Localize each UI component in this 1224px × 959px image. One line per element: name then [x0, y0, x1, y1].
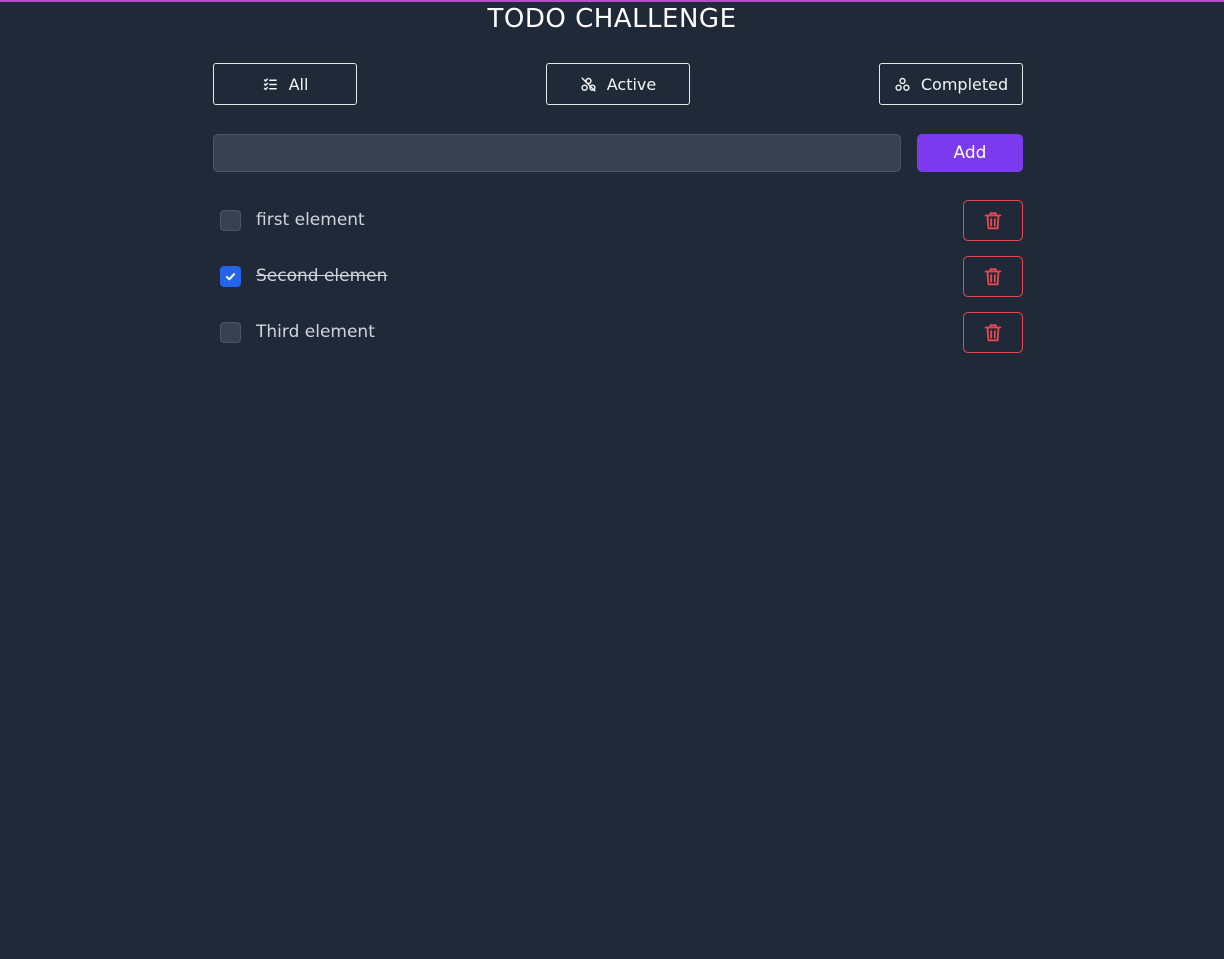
active-filter-icon	[581, 76, 596, 92]
todo-checkbox[interactable]	[220, 266, 241, 287]
todo-text: first element	[256, 210, 365, 230]
delete-todo-button[interactable]	[963, 312, 1023, 353]
todo-text: Second elemen	[256, 266, 388, 286]
todo-checkbox[interactable]	[220, 210, 241, 231]
todo-checkbox[interactable]	[220, 322, 241, 343]
checkmark-icon	[225, 273, 236, 281]
trash-icon	[984, 323, 1002, 341]
todo-item: Second elemen	[213, 256, 1023, 297]
filter-active-button[interactable]: Active	[546, 63, 690, 105]
delete-todo-button[interactable]	[963, 256, 1023, 297]
delete-todo-button[interactable]	[963, 200, 1023, 241]
list-check-icon	[263, 77, 277, 90]
trash-icon	[984, 211, 1002, 229]
add-button[interactable]: Add	[917, 134, 1023, 172]
top-accent-line	[0, 0, 1224, 2]
trash-icon	[984, 267, 1002, 285]
todo-item: Third element	[213, 312, 1023, 353]
todo-text: Third element	[256, 322, 375, 342]
completed-filter-icon	[895, 77, 910, 91]
page-title: TODO CHALLENGE	[487, 4, 737, 34]
new-todo-input[interactable]	[213, 134, 901, 172]
filter-all-label: All	[288, 74, 309, 94]
filter-active-label: Active	[606, 74, 657, 94]
filter-completed-button[interactable]: Completed	[879, 63, 1023, 105]
filter-all-button[interactable]: All	[213, 63, 357, 105]
todo-item: first element	[213, 200, 1023, 241]
filter-completed-label: Completed	[920, 74, 1009, 94]
